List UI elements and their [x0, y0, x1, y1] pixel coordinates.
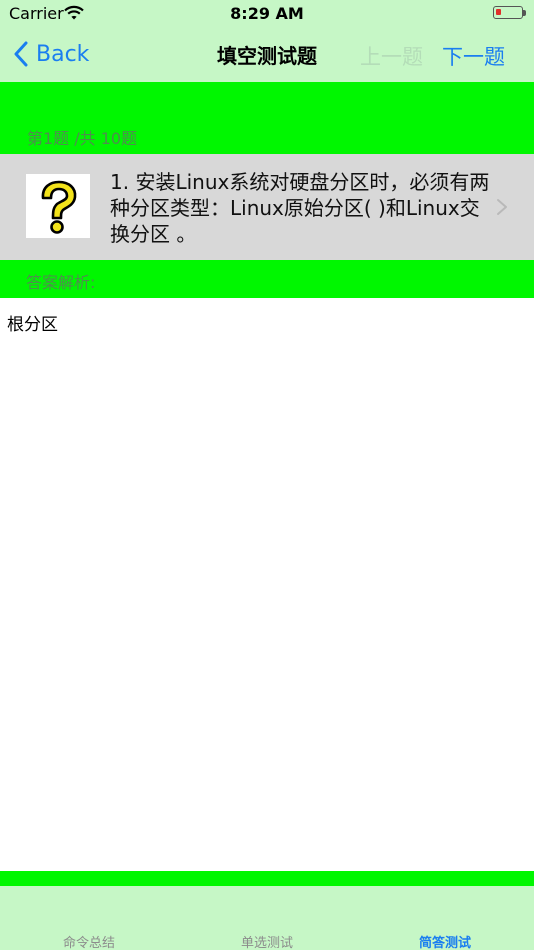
- answer-analysis-label: 答案解析:: [26, 273, 96, 292]
- status-bar: Carrier 8:29 AM: [0, 0, 534, 28]
- tab-single-choice-test[interactable]: 单选测试: [178, 932, 356, 951]
- chevron-right-icon: [497, 199, 507, 215]
- tab-short-answer-test[interactable]: 简答测试: [356, 932, 534, 951]
- question-row[interactable]: 1. 安装Linux系统对硬盘分区时，必须有两种分区类型：Linux原始分区( …: [0, 154, 534, 260]
- tab-bar: 命令总结 单选测试 简答测试: [0, 886, 534, 951]
- bottom-divider: [0, 871, 534, 886]
- battery-level-fill: [496, 9, 501, 15]
- status-time: 8:29 AM: [230, 4, 304, 23]
- question-progress: 第1题 /共 10题: [27, 129, 138, 148]
- progress-header: 第1题 /共 10题: [0, 82, 534, 154]
- back-button-label: Back: [36, 41, 90, 67]
- battery-icon: [493, 6, 523, 19]
- answer-text: 根分区: [7, 315, 58, 335]
- next-question-button[interactable]: 下一题: [442, 41, 505, 71]
- answer-analysis-header: 答案解析:: [0, 260, 534, 298]
- question-text: 1. 安装Linux系统对硬盘分区时，必须有两种分区类型：Linux原始分区( …: [110, 170, 490, 246]
- chevron-left-icon: [14, 41, 28, 67]
- navigation-bar: Back 填空测试题 上一题 下一题: [0, 28, 534, 82]
- battery-tip: [523, 10, 526, 16]
- previous-question-button[interactable]: 上一题: [360, 41, 423, 71]
- back-button[interactable]: Back: [14, 36, 89, 72]
- tab-command-summary[interactable]: 命令总结: [0, 932, 178, 951]
- question-mark-icon: [26, 174, 90, 238]
